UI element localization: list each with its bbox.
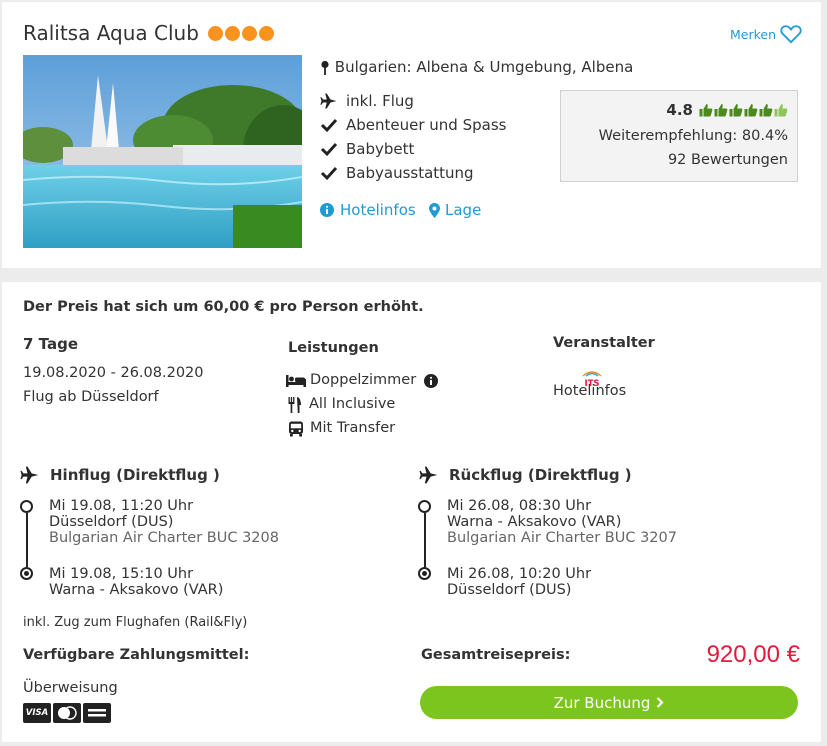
thumbs-up-icon xyxy=(699,104,713,117)
hotel-photo[interactable] xyxy=(23,55,302,248)
heart-icon xyxy=(780,25,802,44)
review-count: 92 Bewertungen xyxy=(667,152,788,168)
total-price: 920,00 € xyxy=(706,641,800,668)
total-label: Gesamtreisepreis: xyxy=(421,647,571,663)
service-label: All Inclusive xyxy=(309,396,396,412)
operator-heading: Veranstalter xyxy=(553,335,655,351)
return-departure-marker xyxy=(418,500,431,513)
amex-card-icon xyxy=(83,703,111,723)
travel-dates: 19.08.2020 - 26.08.2020 xyxy=(23,365,204,381)
outbound-timeline xyxy=(25,513,28,567)
star-icon xyxy=(225,26,241,41)
service-label: Doppelzimmer xyxy=(310,372,417,388)
feature-item: Abenteuer und Spass xyxy=(320,115,506,135)
star-icon xyxy=(259,26,275,41)
plane-icon xyxy=(320,93,337,109)
map-marker-icon xyxy=(429,202,440,218)
feature-item: Babybett xyxy=(320,139,414,159)
book-button[interactable]: Zur Buchung xyxy=(420,686,798,719)
duration: 7 Tage xyxy=(23,335,78,353)
operator-hotelinfos-link[interactable]: Hotelinfos xyxy=(553,382,626,401)
rail-note: inkl. Zug zum Flughafen (Rail&Fly) xyxy=(23,615,248,630)
rating-score: 4.8 xyxy=(666,101,693,119)
outbound-title: Hinflug (Direktflug ) xyxy=(50,466,220,484)
mastercard-circles xyxy=(58,706,77,720)
hotelinfos-label: Hotelinfos xyxy=(340,201,416,219)
hotel-card: Ralitsa Aqua Club Merken Bulgarien: Albe… xyxy=(2,2,821,268)
rating-thumbs xyxy=(699,103,788,117)
cutlery-icon xyxy=(288,396,301,413)
hotel-photo-image xyxy=(23,55,302,248)
map-pin-icon xyxy=(321,60,329,75)
payment-card-logos: VISA xyxy=(23,703,111,723)
service-label: Mit Transfer xyxy=(310,420,396,436)
rating-score-row: 4.8 xyxy=(666,101,788,119)
save-button[interactable]: Merken xyxy=(730,24,802,44)
outbound-arr-airport: Warna - Aksakovo (VAR) xyxy=(49,582,224,598)
plane-icon xyxy=(419,466,438,484)
checkmark-icon xyxy=(320,142,338,157)
hotel-location-text: Bulgarien: Albena & Umgebung, Albena xyxy=(334,58,634,76)
service-room: Doppelzimmer xyxy=(286,371,439,390)
hotel-stars xyxy=(208,26,276,45)
operator-logo-arcs xyxy=(582,371,602,377)
return-heading: Rückflug (Direktflug ) xyxy=(419,465,632,485)
mastercard-icon xyxy=(53,703,81,723)
outbound-departure-marker xyxy=(20,500,33,513)
feature-item: Babyausstattung xyxy=(320,163,474,183)
checkmark-icon xyxy=(320,166,338,181)
amex-lines xyxy=(88,709,106,717)
feature-label: Abenteuer und Spass xyxy=(346,116,507,134)
departure-city: Flug ab Düsseldorf xyxy=(23,389,159,405)
thumbs-up-icon xyxy=(744,104,758,117)
feature-flight: inkl. Flug xyxy=(320,91,414,111)
plane-icon xyxy=(20,466,39,484)
offer-card: Der Preis hat sich um 60,00 € pro Person… xyxy=(2,282,821,742)
payment-heading: Verfügbare Zahlungsmittel: xyxy=(23,647,250,663)
chevron-right-icon xyxy=(657,697,664,708)
save-label: Merken xyxy=(730,26,777,42)
recommendation-text: Weiterempfehlung: 80.4% xyxy=(598,128,788,144)
bus-icon xyxy=(289,421,303,436)
return-title: Rückflug (Direktflug ) xyxy=(449,466,632,484)
thumbs-up-icon xyxy=(774,104,788,117)
service-board: All Inclusive xyxy=(288,395,395,414)
outbound-carrier: Bulgarian Air Charter BUC 3208 xyxy=(49,530,279,546)
hotel-header: Ralitsa Aqua Club xyxy=(23,20,276,46)
feature-label: Babybett xyxy=(346,140,415,158)
service-transfer: Mit Transfer xyxy=(288,419,395,438)
outbound-arrival-marker xyxy=(20,567,33,580)
info-circle-icon[interactable] xyxy=(424,373,439,388)
return-arr-airport: Düsseldorf (DUS) xyxy=(447,582,572,598)
hotel-location: Bulgarien: Albena & Umgebung, Albena xyxy=(320,57,633,77)
rating-box[interactable]: 4.8 Weiterempfehlung: 80.4% 92 Bewertung… xyxy=(560,90,798,182)
book-button-label: Zur Buchung xyxy=(553,693,651,712)
price-notice: Der Preis hat sich um 60,00 € pro Person… xyxy=(23,299,424,315)
services-heading: Leistungen xyxy=(288,340,379,356)
feature-label: inkl. Flug xyxy=(346,92,414,110)
hotelinfos-link[interactable]: Hotelinfos xyxy=(320,200,416,220)
return-arrival-marker xyxy=(418,567,431,580)
hotel-name[interactable]: Ralitsa Aqua Club xyxy=(23,21,199,45)
visa-card-icon: VISA xyxy=(23,703,51,723)
feature-label: Babyausstattung xyxy=(346,164,474,182)
return-timeline xyxy=(423,513,426,567)
location-label: Lage xyxy=(445,201,482,219)
star-icon xyxy=(242,26,258,41)
outbound-heading: Hinflug (Direktflug ) xyxy=(20,465,220,485)
thumbs-up-icon xyxy=(714,104,728,117)
payment-method: Überweisung xyxy=(23,680,118,696)
bed-icon xyxy=(286,374,306,387)
thumbs-up-icon xyxy=(759,104,773,117)
checkmark-icon xyxy=(320,118,338,133)
return-carrier: Bulgarian Air Charter BUC 3207 xyxy=(447,530,677,546)
thumbs-up-icon xyxy=(729,104,743,117)
star-icon xyxy=(208,26,224,41)
info-icon xyxy=(320,203,334,217)
location-link[interactable]: Lage xyxy=(429,200,481,220)
